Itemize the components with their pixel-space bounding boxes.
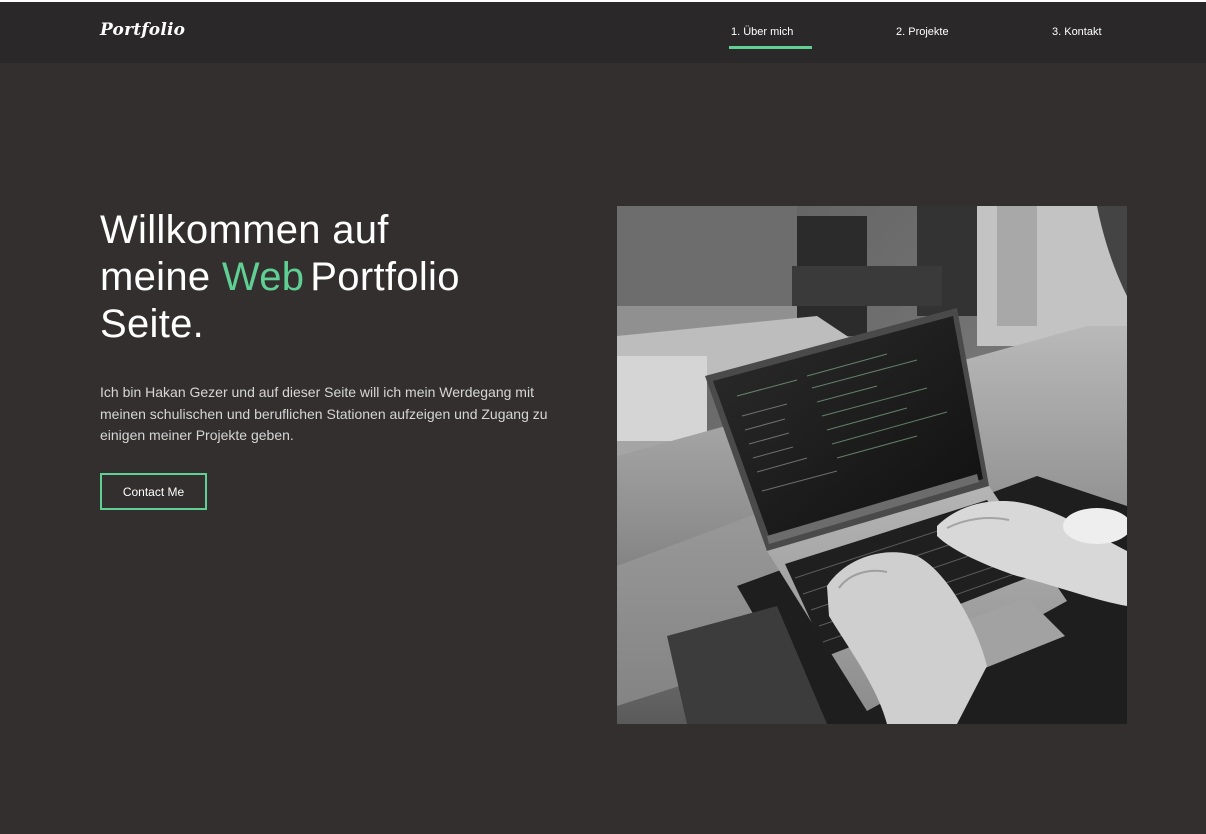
hero-title-line3: Seite. [100,302,205,346]
hero-title: Willkommen auf meine Web Portfolio Seite. [100,207,570,348]
hero-intro: Ich bin Hakan Gezer und auf dieser Seite… [100,384,548,443]
nav-item-ueber-mich[interactable]: 1. Über mich [731,26,793,38]
hero-image [617,206,1127,724]
navbar: Portfolio 1. Über mich 2. Projekte 3. Ko… [0,2,1206,63]
page: Portfolio 1. Über mich 2. Projekte 3. Ko… [0,2,1206,834]
hero-title-line2-prefix: meine [100,255,222,299]
nav-item-kontakt[interactable]: 3. Kontakt [1052,26,1102,38]
logo[interactable]: Portfolio [100,20,185,40]
nav-item-projekte[interactable]: 2. Projekte [896,26,949,38]
hero-title-line1: Willkommen auf [100,208,389,252]
contact-me-button[interactable]: Contact Me [100,473,207,510]
hero-title-line2-suffix: Portfolio [310,255,460,299]
hero-title-accent: Web [221,255,305,299]
laptop-typing-photo [617,206,1127,724]
nav-active-indicator [729,46,812,49]
